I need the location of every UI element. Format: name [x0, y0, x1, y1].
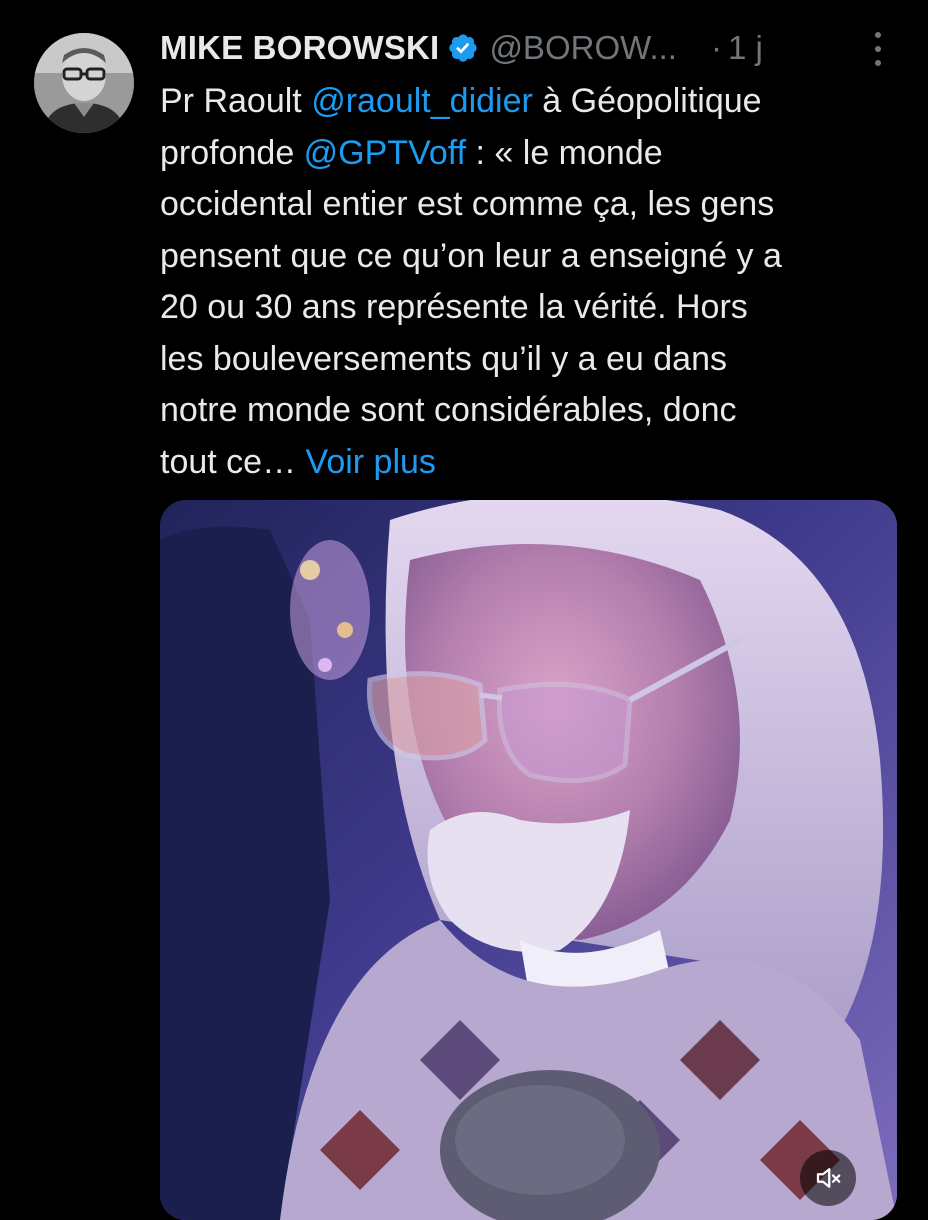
author-avatar[interactable] [34, 33, 134, 133]
speaker-muted-glyph [816, 1168, 841, 1188]
avatar-portrait [34, 33, 134, 133]
text-body: : « le monde occidental entier est comme… [160, 133, 782, 481]
video-frame [160, 500, 897, 1220]
tweet-timestamp[interactable]: 1 j [728, 29, 763, 67]
tweet-text: Pr Raoult @raoult_didier à Géopolitique … [160, 76, 900, 488]
tweet-card[interactable]: MIKE BOROWSKI @BOROW... · 1 j Pr Raoult … [0, 0, 928, 1220]
author-handle[interactable]: @BOROW... [489, 29, 677, 67]
mention-raoult-didier[interactable]: @raoult_didier [311, 82, 533, 120]
separator-dot: · [710, 29, 722, 66]
verified-badge-icon [449, 34, 478, 62]
volume-muted-icon[interactable] [800, 1150, 856, 1206]
mention-gptvoff[interactable]: @GPTVoff [304, 134, 466, 172]
more-options-icon[interactable] [868, 32, 888, 66]
tweet-header: MIKE BOROWSKI @BOROW... · 1 j [160, 28, 900, 68]
tweet-video[interactable] [160, 500, 897, 1220]
show-more-link[interactable]: Voir plus [306, 443, 436, 481]
author-name[interactable]: MIKE BOROWSKI [160, 29, 439, 67]
text-intro: Pr Raoult [160, 82, 312, 120]
